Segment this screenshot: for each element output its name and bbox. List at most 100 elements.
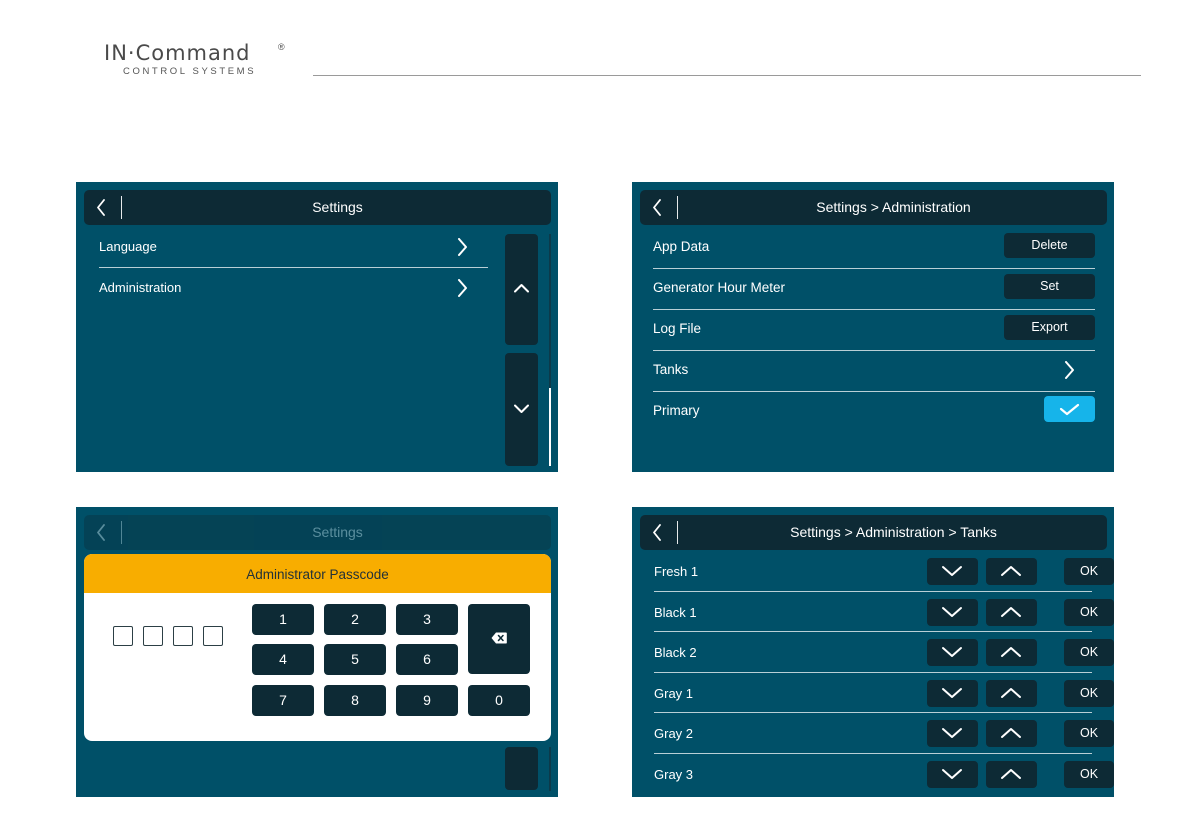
screen-title: Settings	[312, 199, 363, 215]
backspace-icon	[491, 632, 507, 644]
brand-subtitle: CONTROL SYSTEMS	[123, 66, 257, 77]
tank-increase-button[interactable]	[986, 720, 1037, 747]
tank-increase-button[interactable]	[986, 598, 1037, 626]
keypad-key-8[interactable]: 8	[324, 685, 386, 716]
admin-row-tanks[interactable]: Tanks	[653, 351, 1095, 392]
chevron-left-icon	[97, 524, 105, 541]
title-bar: Settings	[84, 190, 551, 225]
chevron-down-icon	[942, 687, 962, 698]
tank-increase-button[interactable]	[986, 760, 1037, 788]
tank-decrease-button[interactable]	[927, 639, 978, 666]
primary-checkbox[interactable]	[1044, 396, 1095, 422]
tank-row-fresh-1: Fresh 1 OK	[654, 551, 1114, 592]
tanks-screen: Settings > Administration > Tanks Fresh …	[632, 507, 1114, 797]
tank-decrease-button[interactable]	[927, 760, 978, 788]
admin-row-app-data: App Data Delete	[653, 228, 1095, 269]
chevron-left-icon	[97, 199, 105, 216]
backspace-button[interactable]	[468, 604, 530, 674]
screen-title: Settings	[312, 524, 363, 540]
header-divider	[313, 75, 1141, 76]
title-divider	[677, 521, 678, 544]
scroll-down-button	[505, 747, 538, 790]
keypad-key-1[interactable]: 1	[252, 604, 314, 635]
tank-ok-button[interactable]: OK	[1064, 558, 1114, 585]
admin-row-label: Generator Hour Meter	[653, 280, 786, 295]
tank-row-gray-2: Gray 2 OK	[654, 713, 1114, 754]
tank-decrease-button[interactable]	[927, 598, 978, 626]
tank-ok-button[interactable]: OK	[1064, 598, 1114, 626]
tank-increase-button[interactable]	[986, 639, 1037, 666]
keypad-key-9[interactable]: 9	[396, 685, 458, 716]
scrollbar[interactable]	[549, 234, 551, 466]
tank-label: Gray 2	[654, 726, 694, 741]
chevron-down-icon	[942, 566, 962, 576]
admin-row-label: App Data	[653, 239, 710, 254]
keypad-key-7[interactable]: 7	[252, 685, 314, 716]
tank-ok-button[interactable]: OK	[1064, 720, 1114, 747]
tank-row-gray-1: Gray 1 OK	[654, 673, 1114, 714]
settings-item-label: Administration	[99, 280, 182, 295]
tank-label: Fresh 1	[654, 564, 699, 579]
tank-row-gray-3: Gray 3 OK	[654, 754, 1114, 795]
keypad-key-5[interactable]: 5	[324, 644, 386, 675]
admin-row-primary: Primary	[653, 392, 1095, 433]
scrollbar-thumb[interactable]	[549, 388, 551, 466]
tank-label: Black 2	[654, 645, 697, 660]
screen-title: Settings > Administration	[816, 199, 971, 215]
title-bar: Settings > Administration > Tanks	[640, 515, 1107, 550]
tank-label: Gray 3	[654, 766, 694, 782]
keypad-key-6[interactable]: 6	[396, 644, 458, 675]
tank-label: Black 1	[654, 604, 697, 620]
keypad-key-2[interactable]: 2	[324, 604, 386, 635]
tank-increase-button[interactable]	[986, 679, 1037, 707]
back-button[interactable]	[84, 190, 121, 225]
admin-row-label: Primary	[653, 403, 700, 418]
tank-decrease-button[interactable]	[927, 720, 978, 747]
chevron-up-icon	[1001, 687, 1021, 698]
title-divider	[121, 196, 122, 219]
settings-screen: Settings Language Administration	[76, 182, 558, 472]
dialog-title: Administrator Passcode	[84, 554, 551, 593]
keypad-key-3[interactable]: 3	[396, 604, 458, 635]
admin-row-generator-hour-meter: Generator Hour Meter Set	[653, 269, 1095, 310]
delete-button[interactable]: Delete	[1004, 233, 1095, 258]
screen-title: Settings > Administration > Tanks	[790, 524, 997, 540]
chevron-up-icon	[1001, 566, 1021, 576]
keypad-key-4[interactable]: 4	[252, 644, 314, 675]
registered-mark: ®	[278, 42, 285, 52]
check-icon	[1059, 403, 1080, 416]
settings-item-administration[interactable]: Administration	[99, 269, 488, 309]
tank-decrease-button[interactable]	[927, 558, 978, 585]
tank-row-black-2: Black 2 OK	[654, 632, 1114, 673]
chevron-up-icon	[514, 284, 529, 293]
tank-increase-button[interactable]	[986, 558, 1037, 585]
title-divider	[677, 196, 678, 219]
export-button[interactable]: Export	[1004, 315, 1095, 340]
chevron-up-icon	[1001, 768, 1021, 779]
chevron-down-icon	[514, 404, 529, 413]
administration-screen: Settings > Administration App Data Delet…	[632, 182, 1114, 472]
scroll-up-button[interactable]	[505, 234, 538, 345]
pin-digit-1	[113, 626, 133, 646]
scrollbar	[549, 747, 551, 791]
tank-ok-button[interactable]: OK	[1064, 679, 1114, 707]
chevron-right-icon	[1065, 361, 1074, 379]
back-button[interactable]	[640, 190, 677, 225]
set-button[interactable]: Set	[1004, 274, 1095, 299]
brand-logo: IN·Command ® CONTROL SYSTEMS	[104, 41, 294, 81]
back-button	[84, 515, 121, 550]
settings-item-language[interactable]: Language	[99, 228, 488, 268]
settings-item-label: Language	[99, 239, 157, 254]
chevron-right-icon	[458, 238, 467, 256]
scroll-down-button[interactable]	[505, 353, 538, 466]
pin-digit-3	[173, 626, 193, 646]
admin-row-label: Tanks	[653, 362, 689, 377]
chevron-left-icon	[653, 524, 661, 541]
keypad-key-0[interactable]: 0	[468, 685, 530, 716]
title-bar: Settings	[84, 515, 551, 550]
back-button[interactable]	[640, 515, 677, 550]
tank-ok-button[interactable]: OK	[1064, 760, 1114, 788]
tank-decrease-button[interactable]	[927, 679, 978, 707]
chevron-left-icon	[653, 199, 661, 216]
tank-ok-button[interactable]: OK	[1064, 639, 1114, 666]
